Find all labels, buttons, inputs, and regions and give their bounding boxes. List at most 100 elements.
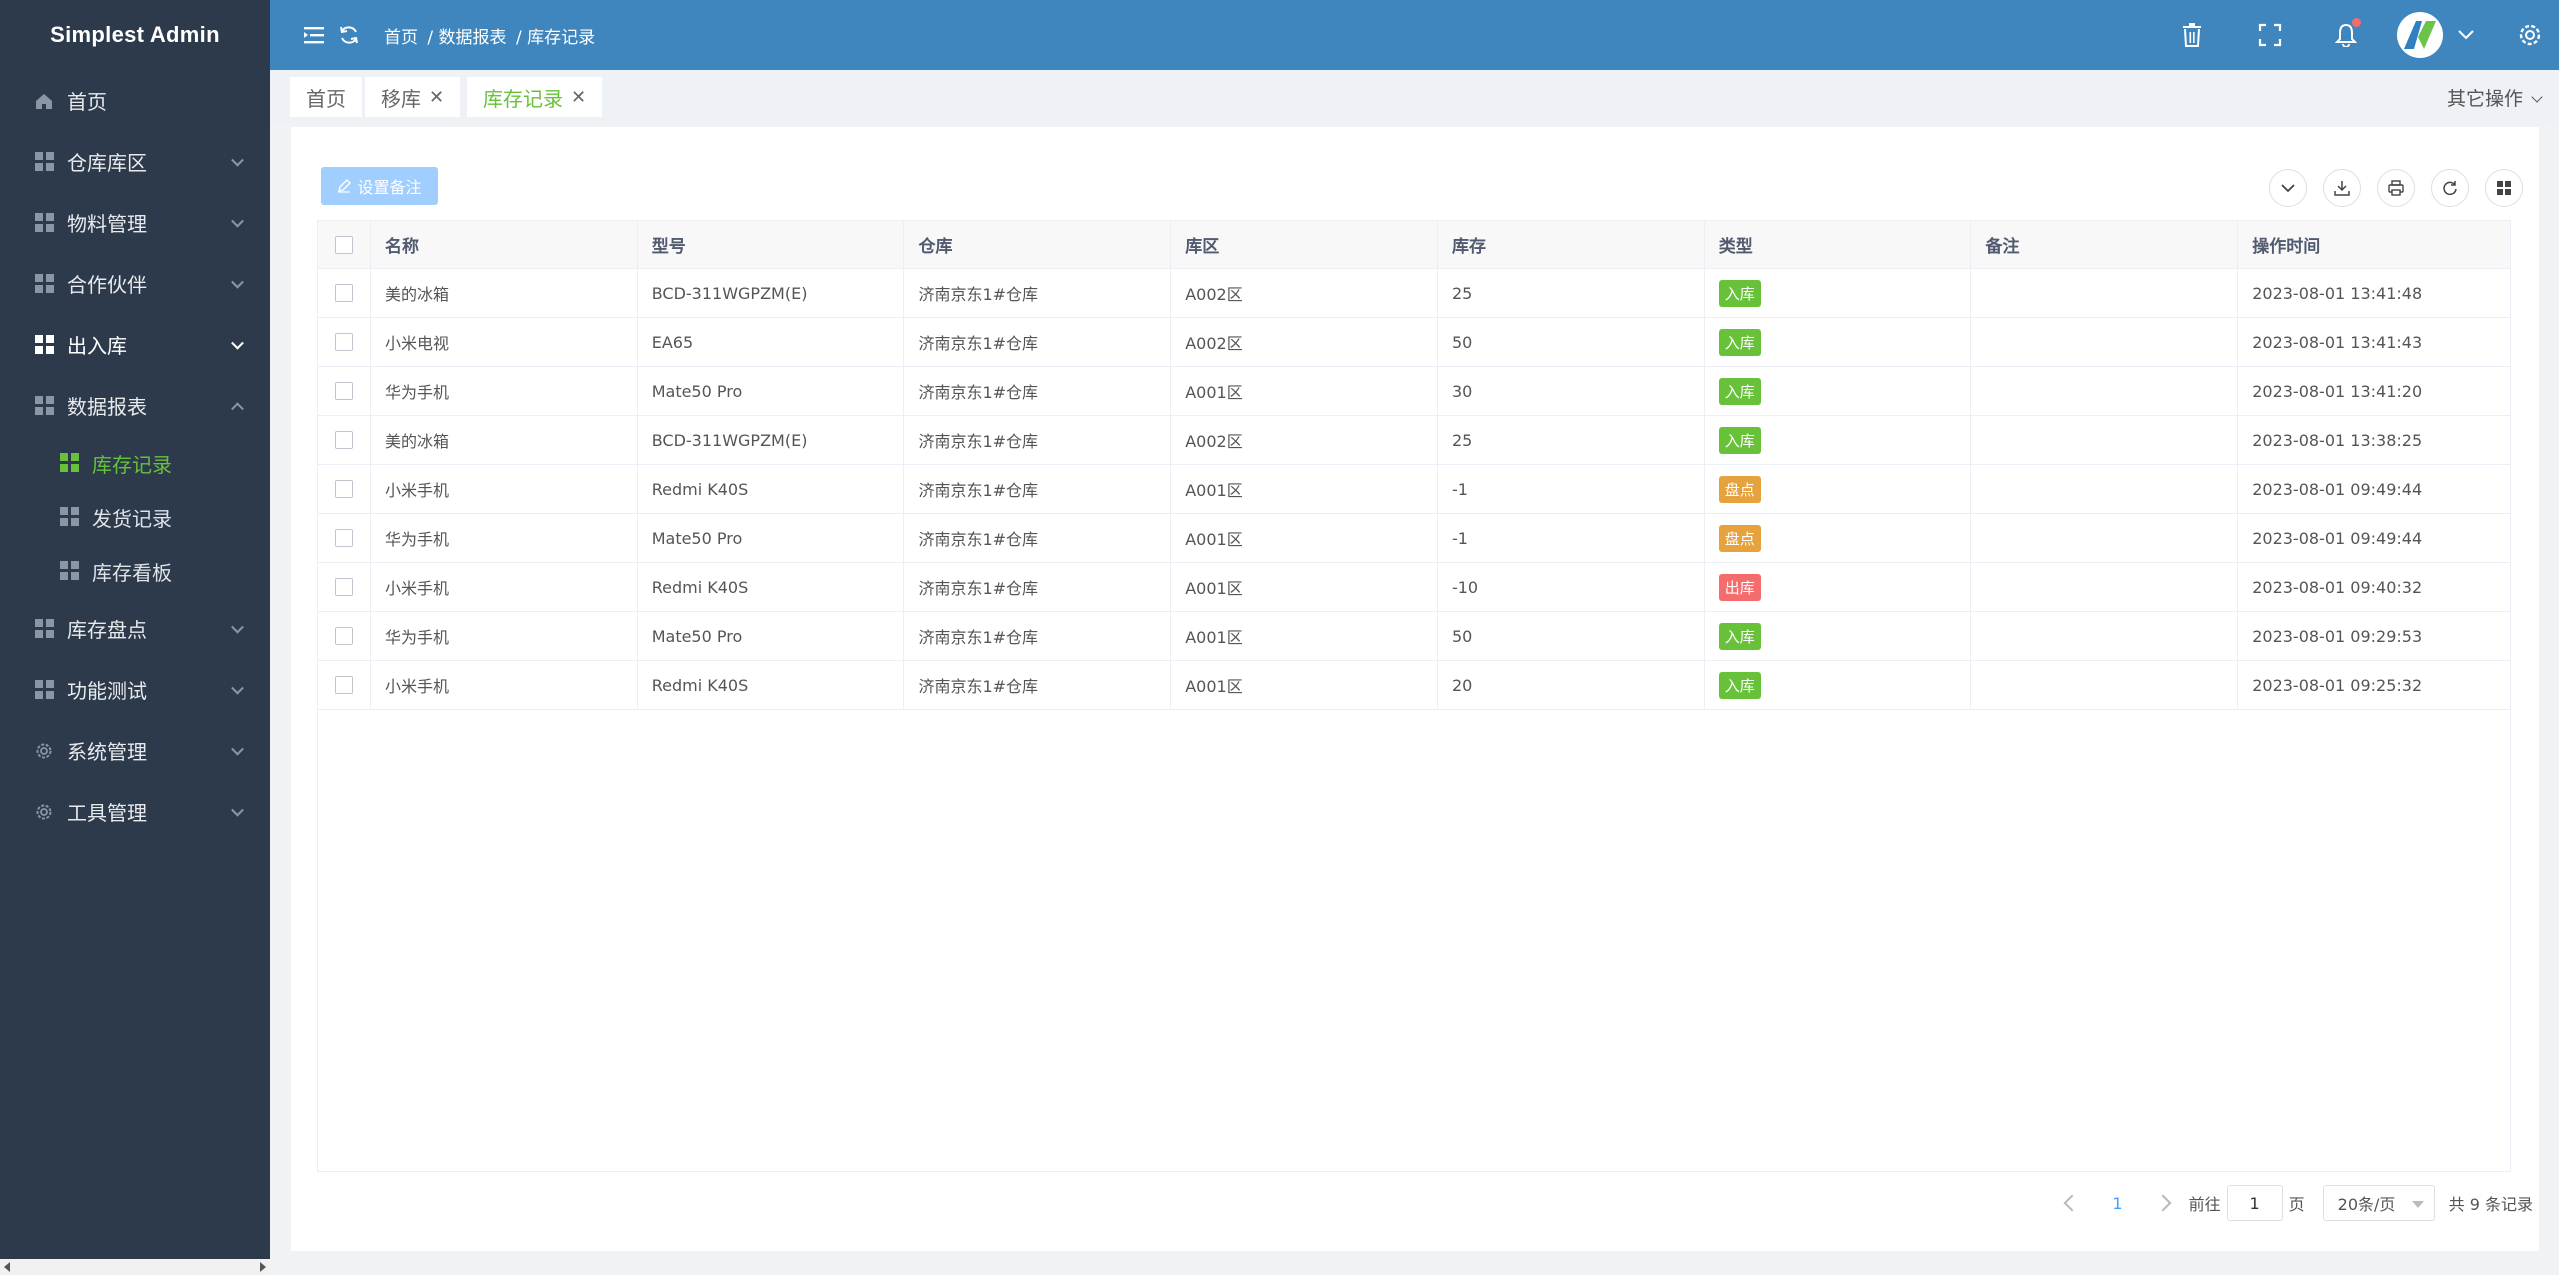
table-cell-name: 小米电视: [371, 318, 638, 366]
table-row[interactable]: 华为手机 Mate50 Pro 济南京东1#仓库 A001区 50 入库 2023-08-0…: [318, 612, 2510, 661]
select-all-checkbox[interactable]: [334, 235, 353, 254]
breadcrumb-home[interactable]: 首页: [384, 28, 418, 48]
sidebar-item-warehouse-area[interactable]: 仓库库区: [0, 131, 270, 192]
row-checkbox[interactable]: [334, 578, 353, 596]
sidebar-item-label: 功能测试: [67, 679, 147, 703]
prev-page-icon[interactable]: [2063, 1194, 2081, 1212]
table-cell-name: 美的冰箱: [371, 269, 638, 317]
current-page[interactable]: 1: [2112, 1194, 2122, 1213]
sidebar-item-reports[interactable]: 数据报表: [0, 375, 270, 436]
settings-gear-icon[interactable]: [2513, 18, 2547, 52]
goto-suffix: 页: [2288, 1195, 2305, 1214]
chevron-down-icon: [231, 214, 244, 228]
column-header[interactable]: 名称: [371, 221, 638, 268]
avatar[interactable]: [2397, 12, 2443, 58]
refresh-table-button[interactable]: [2431, 169, 2469, 207]
table-cell-area: A002区: [1171, 318, 1438, 366]
column-header[interactable]: 库区: [1171, 221, 1438, 268]
refresh-icon[interactable]: [332, 18, 366, 52]
row-checkbox[interactable]: [334, 676, 353, 694]
type-badge: 入库: [1718, 377, 1761, 405]
table-cell-model: EA65: [638, 318, 905, 366]
close-icon[interactable]: ✕: [429, 87, 444, 108]
row-checkbox[interactable]: [334, 382, 353, 400]
chevron-down-icon[interactable]: [2449, 18, 2483, 52]
close-icon[interactable]: ✕: [571, 87, 586, 108]
horizontal-scrollbar[interactable]: [0, 1259, 270, 1275]
row-checkbox[interactable]: [334, 529, 353, 547]
columns-button[interactable]: [2485, 169, 2523, 207]
chevron-down-icon: [231, 153, 244, 167]
sidebar-item-material[interactable]: 物料管理: [0, 192, 270, 253]
sidebar-subitem-shipping-records[interactable]: 发货记录: [0, 490, 270, 544]
row-checkbox[interactable]: [334, 431, 353, 449]
table-row[interactable]: 华为手机 Mate50 Pro 济南京东1#仓库 A001区 30 入库 2023-08-0…: [318, 367, 2510, 416]
table-row[interactable]: 小米手机 Redmi K40S 济南京东1#仓库 A001区 20 入库 2023-08-0…: [318, 661, 2510, 710]
column-header[interactable]: 类型: [1705, 221, 1972, 268]
column-header[interactable]: 仓库: [904, 221, 1172, 268]
table-body: 美的冰箱 BCD-311WGPZM(E) 济南京东1#仓库 A002区 25 入库 2023…: [318, 269, 2510, 710]
grid-icon: [60, 507, 80, 527]
sidebar-item-tools[interactable]: 工具管理: [0, 781, 270, 842]
scroll-left-icon[interactable]: [4, 1262, 10, 1272]
fullscreen-icon[interactable]: [2253, 18, 2287, 52]
print-button[interactable]: [2377, 169, 2415, 207]
trash-icon[interactable]: [2175, 18, 2209, 52]
menu-toggle-icon[interactable]: [298, 18, 332, 52]
column-header[interactable]: 操作时间: [2238, 221, 2510, 268]
grid-icon: [33, 151, 55, 173]
table-tools: [2269, 169, 2539, 207]
export-button[interactable]: [2323, 169, 2361, 207]
sidebar-subitem-stock-board[interactable]: 库存看板: [0, 544, 270, 598]
table-cell-time: 2023-08-01 13:41:43: [2252, 332, 2423, 352]
sidebar-item-label: 物料管理: [67, 212, 147, 236]
column-header[interactable]: 库存: [1438, 221, 1705, 268]
table-cell-name: 华为手机: [371, 612, 638, 660]
goto-page-input[interactable]: 1: [2226, 1185, 2283, 1221]
gear-icon: [33, 801, 55, 823]
breadcrumb-reports[interactable]: / 数据报表: [427, 28, 506, 48]
sidebar-subitem-stock-records[interactable]: 库存记录: [0, 436, 270, 490]
row-checkbox[interactable]: [334, 480, 353, 498]
sidebar-item-system[interactable]: 系统管理: [0, 720, 270, 781]
row-checkbox[interactable]: [334, 333, 353, 351]
sidebar-item-function-test[interactable]: 功能测试: [0, 659, 270, 720]
tab-move-stock[interactable]: 移库 ✕: [365, 77, 461, 117]
row-checkbox[interactable]: [334, 284, 353, 302]
row-checkbox[interactable]: [334, 627, 353, 645]
sidebar-item-inout[interactable]: 出入库: [0, 314, 270, 375]
table-row[interactable]: 美的冰箱 BCD-311WGPZM(E) 济南京东1#仓库 A002区 25 入库 2023…: [318, 416, 2510, 465]
row-checkbox-cell: [318, 367, 371, 415]
table-row[interactable]: 小米电视 EA65 济南京东1#仓库 A002区 50 入库 2023-08-01 13:4…: [318, 318, 2510, 367]
page-size-select[interactable]: 20条/页: [2322, 1185, 2435, 1221]
table-row[interactable]: 美的冰箱 BCD-311WGPZM(E) 济南京东1#仓库 A002区 25 入库 2023…: [318, 269, 2510, 318]
type-badge: 盘点: [1718, 475, 1761, 503]
sidebar-item-home[interactable]: 首页: [0, 70, 270, 131]
column-header[interactable]: 型号: [638, 221, 905, 268]
scroll-right-icon[interactable]: [260, 1262, 266, 1272]
tab-home[interactable]: 首页: [290, 77, 362, 117]
other-operations-dropdown[interactable]: 其它操作: [2447, 84, 2543, 111]
next-page-icon[interactable]: [2154, 1194, 2172, 1212]
tab-label: 库存记录: [483, 86, 563, 111]
table-cell-type: 入库: [1705, 661, 1972, 709]
bell-icon[interactable]: [2329, 18, 2363, 52]
set-note-button[interactable]: 设置备注: [321, 167, 438, 205]
table-cell-model: Mate50 Pro: [638, 612, 905, 660]
table-cell-stock: 20: [1438, 661, 1705, 709]
table-row[interactable]: 小米手机 Redmi K40S 济南京东1#仓库 A001区 -1 盘点 2023-08-0…: [318, 465, 2510, 514]
table-cell-time: 2023-08-01 09:49:44: [2252, 528, 2423, 548]
table-row[interactable]: 小米手机 Redmi K40S 济南京东1#仓库 A001区 -10 出库 2023-08-…: [318, 563, 2510, 612]
chevron-down-icon: [2281, 184, 2295, 193]
column-header[interactable]: 备注: [1971, 221, 2239, 268]
printer-icon: [2388, 180, 2404, 196]
table-row[interactable]: 华为手机 Mate50 Pro 济南京东1#仓库 A001区 -1 盘点 2023-08-0…: [318, 514, 2510, 563]
sidebar-item-partners[interactable]: 合作伙伴: [0, 253, 270, 314]
columns-grid-icon: [2497, 181, 2511, 195]
grid-icon: [33, 212, 55, 234]
tabs-bar: 首页 移库 ✕ 库存记录 ✕ 其它操作: [270, 70, 2559, 124]
grid-icon: [33, 618, 55, 640]
collapse-search-button[interactable]: [2269, 169, 2307, 207]
sidebar-item-inventory-check[interactable]: 库存盘点: [0, 598, 270, 659]
tab-stock-records[interactable]: 库存记录 ✕: [467, 77, 603, 117]
